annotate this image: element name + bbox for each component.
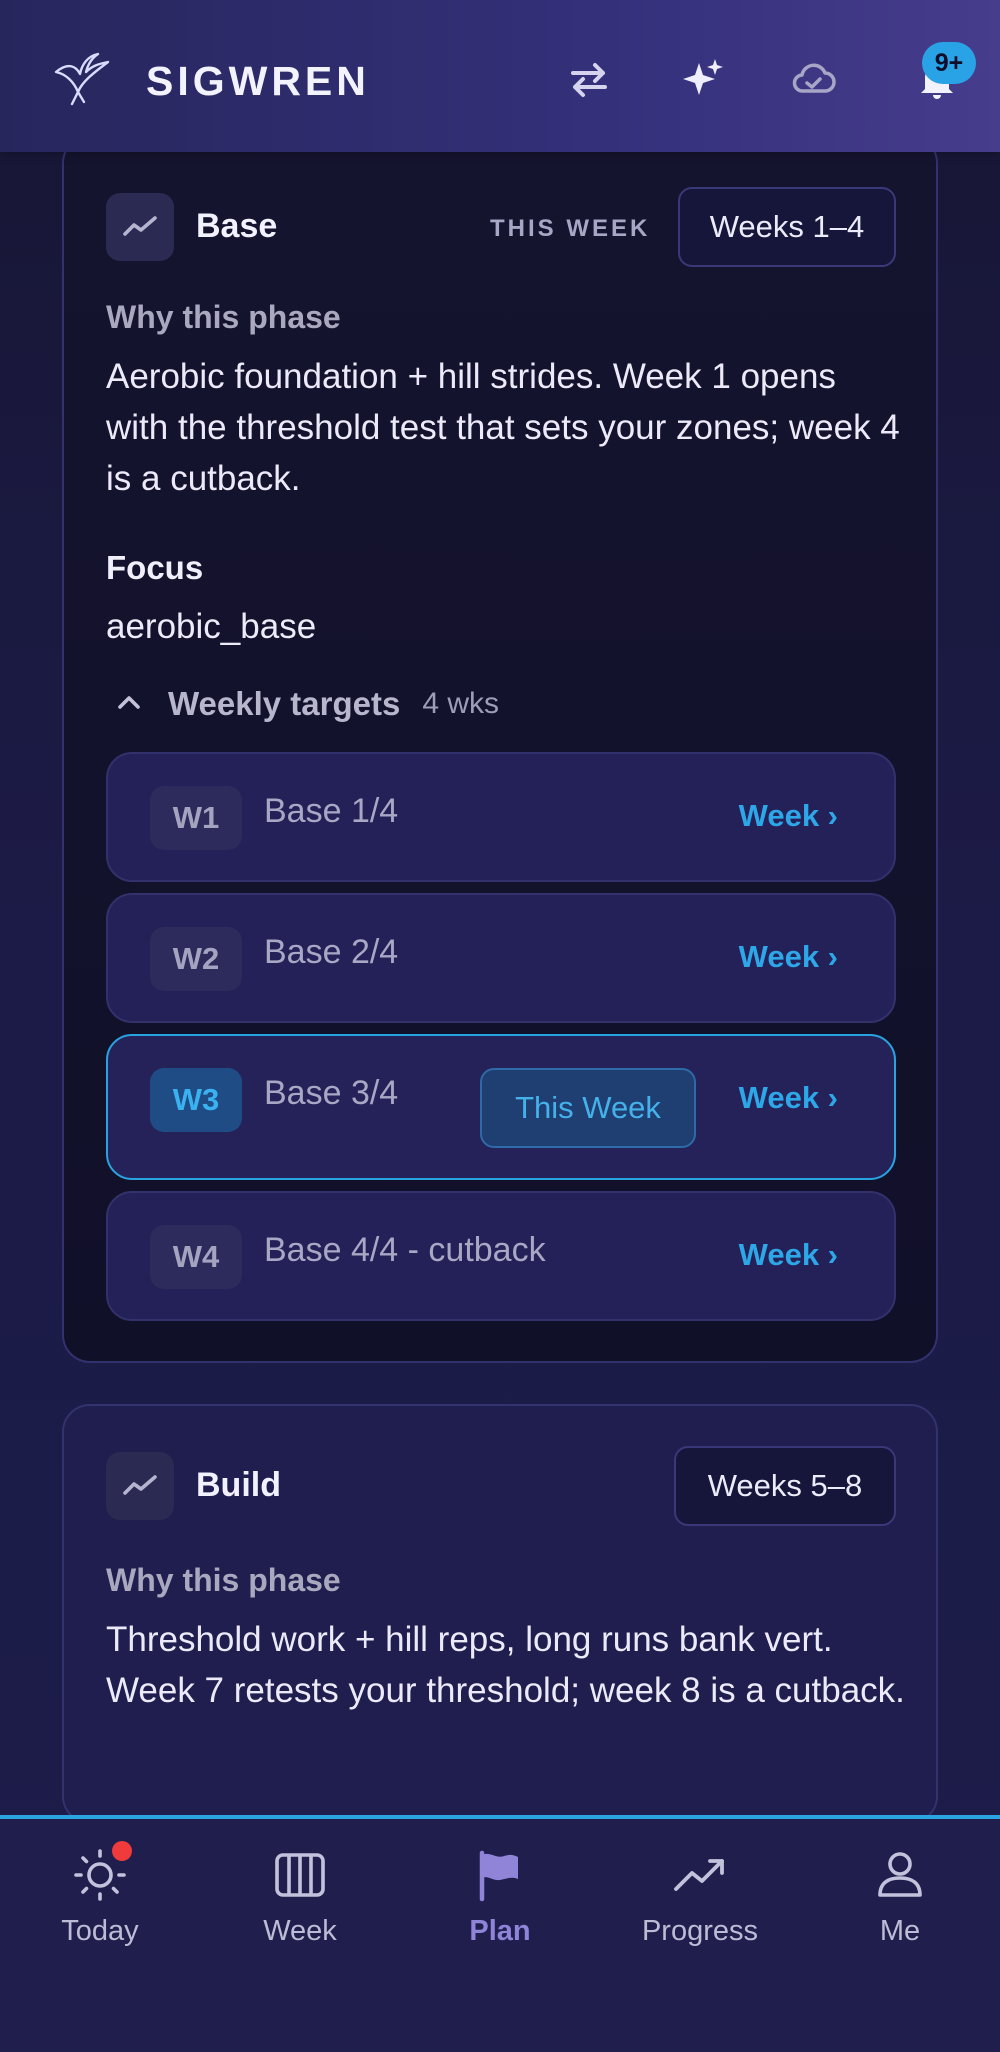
week-badge: W2 — [150, 927, 242, 991]
nav-label: Week — [263, 1915, 337, 1947]
build-phase-card: Build Weeks 5–8 Why this phase Threshold… — [62, 1404, 938, 1824]
calendar-columns-icon — [272, 1847, 328, 1903]
trend-icon — [106, 1452, 174, 1520]
notification-badge: 9+ — [922, 42, 976, 84]
why-phase-text: Threshold work + hill reps, long runs ba… — [106, 1620, 905, 1710]
nav-label: Me — [879, 1915, 921, 1947]
bottom-nav: Today Week Plan Progress Me — [0, 1815, 1000, 2052]
swap-icon[interactable] — [564, 54, 614, 104]
nav-label: Today — [61, 1915, 139, 1947]
app-header: SIGWREN 9+ — [0, 0, 1000, 152]
trend-icon — [106, 193, 174, 261]
bell-icon[interactable]: 9+ — [912, 42, 976, 104]
user-icon — [872, 1847, 928, 1903]
week-label: Base 1/4 — [264, 792, 399, 830]
nav-label: Plan — [469, 1915, 531, 1947]
sparkles-icon[interactable] — [678, 54, 728, 104]
week-link[interactable]: Week › — [739, 1237, 838, 1273]
week-label: Base 4/4 - cutback — [264, 1231, 546, 1269]
why-phase-text: Aerobic foundation + hill strides. Week … — [106, 357, 900, 498]
this-week-label: THIS WEEK — [490, 215, 651, 242]
weekly-targets-title: Weekly targets — [168, 685, 401, 722]
sun-icon — [72, 1841, 132, 1903]
why-phase-label: Why this phase — [106, 299, 341, 335]
chevron-up-icon — [114, 687, 144, 722]
week-badge: W1 — [150, 786, 242, 850]
weekly-targets-count: 4 wks — [422, 687, 500, 720]
base-phase-card: Base THIS WEEK Weeks 1–4 Why this phase … — [62, 135, 938, 1363]
flag-icon — [472, 1847, 528, 1903]
week-link[interactable]: Week › — [739, 1080, 838, 1116]
week-link[interactable]: Week › — [739, 939, 838, 975]
week-badge: W4 — [150, 1225, 242, 1289]
weeks-range-pill: Weeks 5–8 — [674, 1446, 896, 1526]
brand[interactable]: SIGWREN — [52, 52, 370, 111]
week-row[interactable]: W2 Base 2/4 Week › — [106, 893, 896, 1023]
focus-value: aerobic_base — [106, 607, 317, 646]
focus-label: Focus — [106, 549, 204, 586]
phase-title: Build — [196, 1466, 281, 1504]
week-label: Base 3/4 — [264, 1074, 399, 1112]
plan-screen: SIGWREN 9+ Base THIS WEEK Weeks 1–4 Why … — [0, 0, 1000, 2052]
why-phase-label: Why this phase — [106, 1562, 341, 1598]
bird-logo-icon — [52, 52, 112, 111]
nav-week[interactable]: Week — [200, 1847, 400, 1948]
week-row[interactable]: W4 Base 4/4 - cutback Week › — [106, 1191, 896, 1321]
weeks-range-pill: Weeks 1–4 — [678, 187, 896, 267]
this-week-chip: This Week — [480, 1068, 696, 1148]
week-row[interactable]: W1 Base 1/4 Week › — [106, 752, 896, 882]
notification-dot — [112, 1841, 132, 1861]
week-link[interactable]: Week › — [739, 798, 838, 834]
nav-label: Progress — [641, 1915, 759, 1947]
brand-name: SIGWREN — [146, 58, 370, 104]
nav-progress[interactable]: Progress — [600, 1847, 800, 1948]
cloud-check-icon[interactable] — [788, 54, 838, 104]
nav-me[interactable]: Me — [800, 1847, 1000, 1948]
trending-up-icon — [672, 1847, 728, 1903]
week-label: Base 2/4 — [264, 933, 399, 971]
week-row-current[interactable]: W3 Base 3/4 This Week Week › — [106, 1034, 896, 1180]
phase-title: Base — [196, 207, 278, 245]
week-badge: W3 — [150, 1068, 242, 1132]
nav-plan[interactable]: Plan — [400, 1847, 600, 1948]
nav-today[interactable]: Today — [0, 1841, 200, 1948]
weekly-targets-toggle[interactable]: Weekly targets 4 wks — [114, 685, 499, 723]
